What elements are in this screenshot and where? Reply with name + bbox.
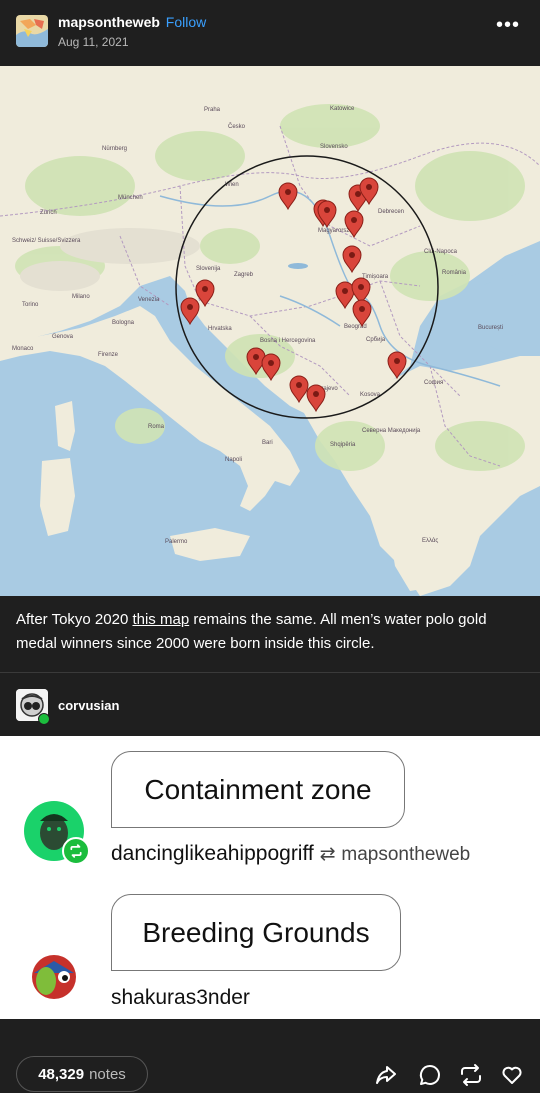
notes-label: notes xyxy=(89,1065,126,1083)
map-label-palermo: Palermo xyxy=(165,539,188,545)
map-label-slovenija: Slovenija xyxy=(196,266,221,272)
map-label-shqiperia: Shqipëria xyxy=(330,442,356,448)
map-label-makedonija: Северна Македонија xyxy=(362,428,421,434)
map-label-beograd: Beograd xyxy=(344,324,367,330)
post-header: mapsontheweb Follow Aug 11, 2021 ••• xyxy=(0,0,540,66)
reblogged-from-name[interactable]: mapsontheweb xyxy=(341,844,470,865)
more-icon[interactable]: ••• xyxy=(496,14,520,37)
map-label-ellas: Ελλάς xyxy=(422,537,438,544)
map-label-cesko: Česko xyxy=(228,123,246,130)
map-image: Wien Praha Česko Nürnberg München Zürich… xyxy=(0,66,540,596)
notes-count: 48,329 xyxy=(38,1065,85,1083)
map-label-nurnberg: Nürnberg xyxy=(102,146,127,152)
map-label-hrvatska: Hrvatska xyxy=(208,326,232,332)
map-label-monaco: Monaco xyxy=(12,346,34,352)
map-label-genova: Genova xyxy=(52,334,74,340)
map-label-romania: România xyxy=(442,270,467,276)
reply-user-line-2: shakuras3nder xyxy=(111,986,250,1010)
map-label-bucuresti: București xyxy=(478,325,503,331)
post-caption: After Tokyo 2020 this map remains the sa… xyxy=(16,608,526,656)
reblog-content: Containment zone dancinglikeahippogriff … xyxy=(0,736,540,1019)
caption-text-before: After Tokyo 2020 xyxy=(16,611,133,628)
blog-name[interactable]: mapsontheweb Follow xyxy=(58,14,206,30)
post-footer: 48,329 notes xyxy=(0,1019,540,1093)
reblog-username[interactable]: corvusian xyxy=(58,698,119,713)
reblog-green-icon xyxy=(62,837,90,865)
map-label-milano: Milano xyxy=(72,294,90,300)
map-label-napoli: Napoli xyxy=(225,457,242,463)
reblog-icon[interactable] xyxy=(459,1063,483,1087)
map-label-bologna: Bologna xyxy=(112,320,135,326)
quote-bubble-1: Containment zone xyxy=(111,751,405,828)
blog-name-text[interactable]: mapsontheweb xyxy=(58,14,160,30)
map-label-praha: Praha xyxy=(204,107,221,113)
map-label-zagreb: Zagreb xyxy=(234,272,254,278)
map-label-zurich: Zürich xyxy=(40,210,57,216)
map-label-firenze: Firenze xyxy=(98,352,119,358)
map-label-srbija: Србија xyxy=(366,337,386,343)
follow-button[interactable]: Follow xyxy=(166,14,206,30)
reblog-badge-icon xyxy=(38,713,50,725)
reblog-trail-header: corvusian xyxy=(0,673,540,736)
map-label-bosna: Bosna i Hercegovina xyxy=(260,338,316,344)
map-label-sofia: София xyxy=(424,380,443,386)
map-label-cluj: Cluj-Napoca xyxy=(424,249,458,255)
quote-bubble-2: Breeding Grounds xyxy=(111,894,401,971)
blog-avatar[interactable] xyxy=(16,15,48,47)
map-label-roma: Roma xyxy=(148,424,165,430)
map-label-slovensko: Slovensko xyxy=(320,144,348,150)
shakuras3nder-avatar[interactable] xyxy=(24,943,84,1003)
map-label-munchen: München xyxy=(118,195,143,201)
quote-text-2: Breeding Grounds xyxy=(142,916,370,948)
map-label-schweiz: Schweiz/ Suisse/Svizzera xyxy=(12,238,81,244)
reply-username-1[interactable]: dancinglikeahippogriff xyxy=(111,842,314,865)
map-label-katowice: Katowice xyxy=(330,106,355,112)
post-date: Aug 11, 2021 xyxy=(58,35,129,49)
reply-user-line-1: dancinglikeahippogriff ⇄ mapsontheweb xyxy=(111,842,470,866)
map-label-bari: Bari xyxy=(262,440,273,446)
map-label-torino: Torino xyxy=(22,302,39,308)
share-icon[interactable] xyxy=(374,1063,398,1087)
quote-text-1: Containment zone xyxy=(144,773,372,805)
reblogged-from-icon: ⇄ xyxy=(319,844,336,865)
notes-button[interactable]: 48,329 notes xyxy=(16,1056,148,1092)
map-label-debrecen: Debrecen xyxy=(378,209,404,215)
map-label-venezia: Venezia xyxy=(138,297,160,303)
comment-icon[interactable] xyxy=(418,1063,442,1087)
reply-username-2[interactable]: shakuras3nder xyxy=(111,986,250,1009)
heart-icon[interactable] xyxy=(500,1063,524,1087)
caption-link[interactable]: this map xyxy=(132,611,189,628)
